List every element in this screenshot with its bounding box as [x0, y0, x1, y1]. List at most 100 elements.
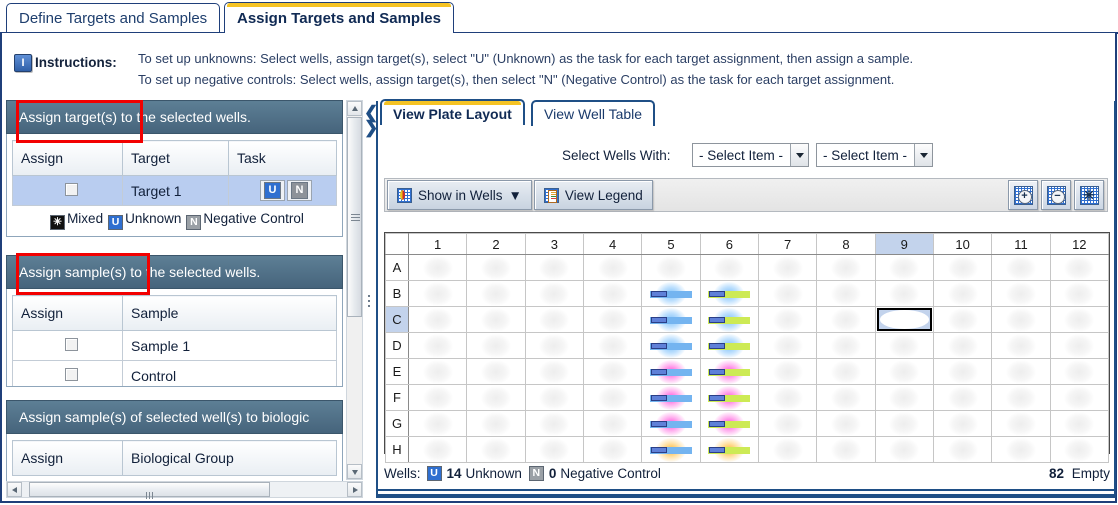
plate-well-F1[interactable]	[409, 385, 467, 411]
plate-well-G5[interactable]	[642, 411, 700, 437]
plate-well-H7[interactable]	[758, 437, 816, 463]
plate-well-C9[interactable]	[875, 307, 933, 333]
plate-column-header-10[interactable]: 10	[933, 234, 991, 255]
plate-well-E12[interactable]	[1050, 359, 1108, 385]
plate-column-header-6[interactable]: 6	[700, 234, 758, 255]
plate-well-H8[interactable]	[817, 437, 875, 463]
plate-well-F3[interactable]	[525, 385, 583, 411]
plate-well-G4[interactable]	[583, 411, 641, 437]
table-row[interactable]: Target 1 UN	[13, 176, 337, 206]
plate-well-B5[interactable]	[642, 281, 700, 307]
plate-layout-grid[interactable]: 123456789101112 ABCDEFGH	[384, 232, 1110, 454]
tab-define-targets-and-samples[interactable]: Define Targets and Samples	[6, 3, 220, 32]
plate-well-C4[interactable]	[583, 307, 641, 333]
plate-well-G12[interactable]	[1050, 411, 1108, 437]
plate-well-A12[interactable]	[1050, 255, 1108, 281]
plate-well-E5[interactable]	[642, 359, 700, 385]
plate-well-D7[interactable]	[758, 333, 816, 359]
plate-well-H9[interactable]	[875, 437, 933, 463]
plate-well-F2[interactable]	[467, 385, 525, 411]
plate-column-header-2[interactable]: 2	[467, 234, 525, 255]
target-assign-cell[interactable]	[13, 176, 123, 206]
plate-well-B12[interactable]	[1050, 281, 1108, 307]
plate-well-F9[interactable]	[875, 385, 933, 411]
plate-well-C1[interactable]	[409, 307, 467, 333]
plate-well-B8[interactable]	[817, 281, 875, 307]
plate-well-E1[interactable]	[409, 359, 467, 385]
chevron-down-icon[interactable]	[914, 144, 932, 166]
plate-well-D2[interactable]	[467, 333, 525, 359]
plate-well-G10[interactable]	[933, 411, 991, 437]
biogroup-col-assign[interactable]: Assign	[13, 441, 123, 476]
plate-well-H1[interactable]	[409, 437, 467, 463]
sample-name-cell[interactable]: Sample 1	[123, 331, 337, 361]
plate-column-header-8[interactable]: 8	[817, 234, 875, 255]
target-name-cell[interactable]: Target 1	[123, 176, 229, 206]
plate-well-F6[interactable]	[700, 385, 758, 411]
plate-well-F4[interactable]	[583, 385, 641, 411]
sample-assign-checkbox[interactable]	[65, 338, 78, 351]
plate-well-A7[interactable]	[758, 255, 816, 281]
plate-well-G1[interactable]	[409, 411, 467, 437]
plate-well-D10[interactable]	[933, 333, 991, 359]
plate-column-header-1[interactable]: 1	[409, 234, 467, 255]
tab-assign-targets-and-samples[interactable]: Assign Targets and Samples	[224, 2, 454, 33]
plate-well-F11[interactable]	[992, 385, 1050, 411]
plate-well-F8[interactable]	[817, 385, 875, 411]
plate-row-header-C[interactable]: C	[386, 307, 409, 333]
plate-well-C11[interactable]	[992, 307, 1050, 333]
plate-well-H6[interactable]	[700, 437, 758, 463]
task-unknown-button[interactable]: U	[264, 182, 281, 199]
plate-well-A2[interactable]	[467, 255, 525, 281]
plate-well-F10[interactable]	[933, 385, 991, 411]
plate-well-D3[interactable]	[525, 333, 583, 359]
view-legend-button[interactable]: View Legend	[534, 180, 653, 210]
plate-well-C3[interactable]	[525, 307, 583, 333]
plate-well-D11[interactable]	[992, 333, 1050, 359]
plate-well-E10[interactable]	[933, 359, 991, 385]
plate-well-B1[interactable]	[409, 281, 467, 307]
plate-column-header-9[interactable]: 9	[875, 234, 933, 255]
plate-well-D8[interactable]	[817, 333, 875, 359]
panel-splitter-handle[interactable]	[368, 292, 372, 310]
task-negative-button[interactable]: N	[291, 182, 308, 199]
plate-well-D9[interactable]	[875, 333, 933, 359]
table-row[interactable]: Sample 1	[13, 331, 337, 361]
plate-well-D4[interactable]	[583, 333, 641, 359]
plate-column-header-5[interactable]: 5	[642, 234, 700, 255]
plate-well-E9[interactable]	[875, 359, 933, 385]
plate-well-C7[interactable]	[758, 307, 816, 333]
plate-well-D1[interactable]	[409, 333, 467, 359]
targets-col-task[interactable]: Task	[229, 141, 337, 176]
plate-well-D6[interactable]	[700, 333, 758, 359]
plate-well-G8[interactable]	[817, 411, 875, 437]
table-row[interactable]: Control	[13, 361, 337, 388]
plate-well-G2[interactable]	[467, 411, 525, 437]
plate-well-H12[interactable]	[1050, 437, 1108, 463]
plate-well-H3[interactable]	[525, 437, 583, 463]
biogroup-col-group[interactable]: Biological Group	[123, 441, 337, 476]
select-wells-dropdown-2[interactable]: - Select Item -	[816, 143, 933, 167]
horizontal-scroll-thumb[interactable]	[29, 482, 270, 497]
plate-well-E4[interactable]	[583, 359, 641, 385]
sample-assign-checkbox[interactable]	[65, 368, 78, 381]
plate-well-A5[interactable]	[642, 255, 700, 281]
scroll-down-arrow-icon[interactable]	[347, 464, 362, 479]
plate-well-B11[interactable]	[992, 281, 1050, 307]
samples-col-assign[interactable]: Assign	[13, 296, 123, 331]
plate-well-H11[interactable]	[992, 437, 1050, 463]
plate-well-A1[interactable]	[409, 255, 467, 281]
scroll-right-arrow-icon[interactable]	[347, 482, 362, 497]
plate-well-B6[interactable]	[700, 281, 758, 307]
plate-well-C8[interactable]	[817, 307, 875, 333]
plate-column-header-12[interactable]: 12	[1050, 234, 1108, 255]
plate-well-A11[interactable]	[992, 255, 1050, 281]
zoom-in-button[interactable]: +	[1008, 180, 1038, 210]
targets-col-target[interactable]: Target	[123, 141, 229, 176]
task-unknown-wrap[interactable]: U	[260, 180, 285, 202]
plate-well-H2[interactable]	[467, 437, 525, 463]
plate-well-G3[interactable]	[525, 411, 583, 437]
plate-well-E8[interactable]	[817, 359, 875, 385]
plate-well-C12[interactable]	[1050, 307, 1108, 333]
plate-well-F12[interactable]	[1050, 385, 1108, 411]
